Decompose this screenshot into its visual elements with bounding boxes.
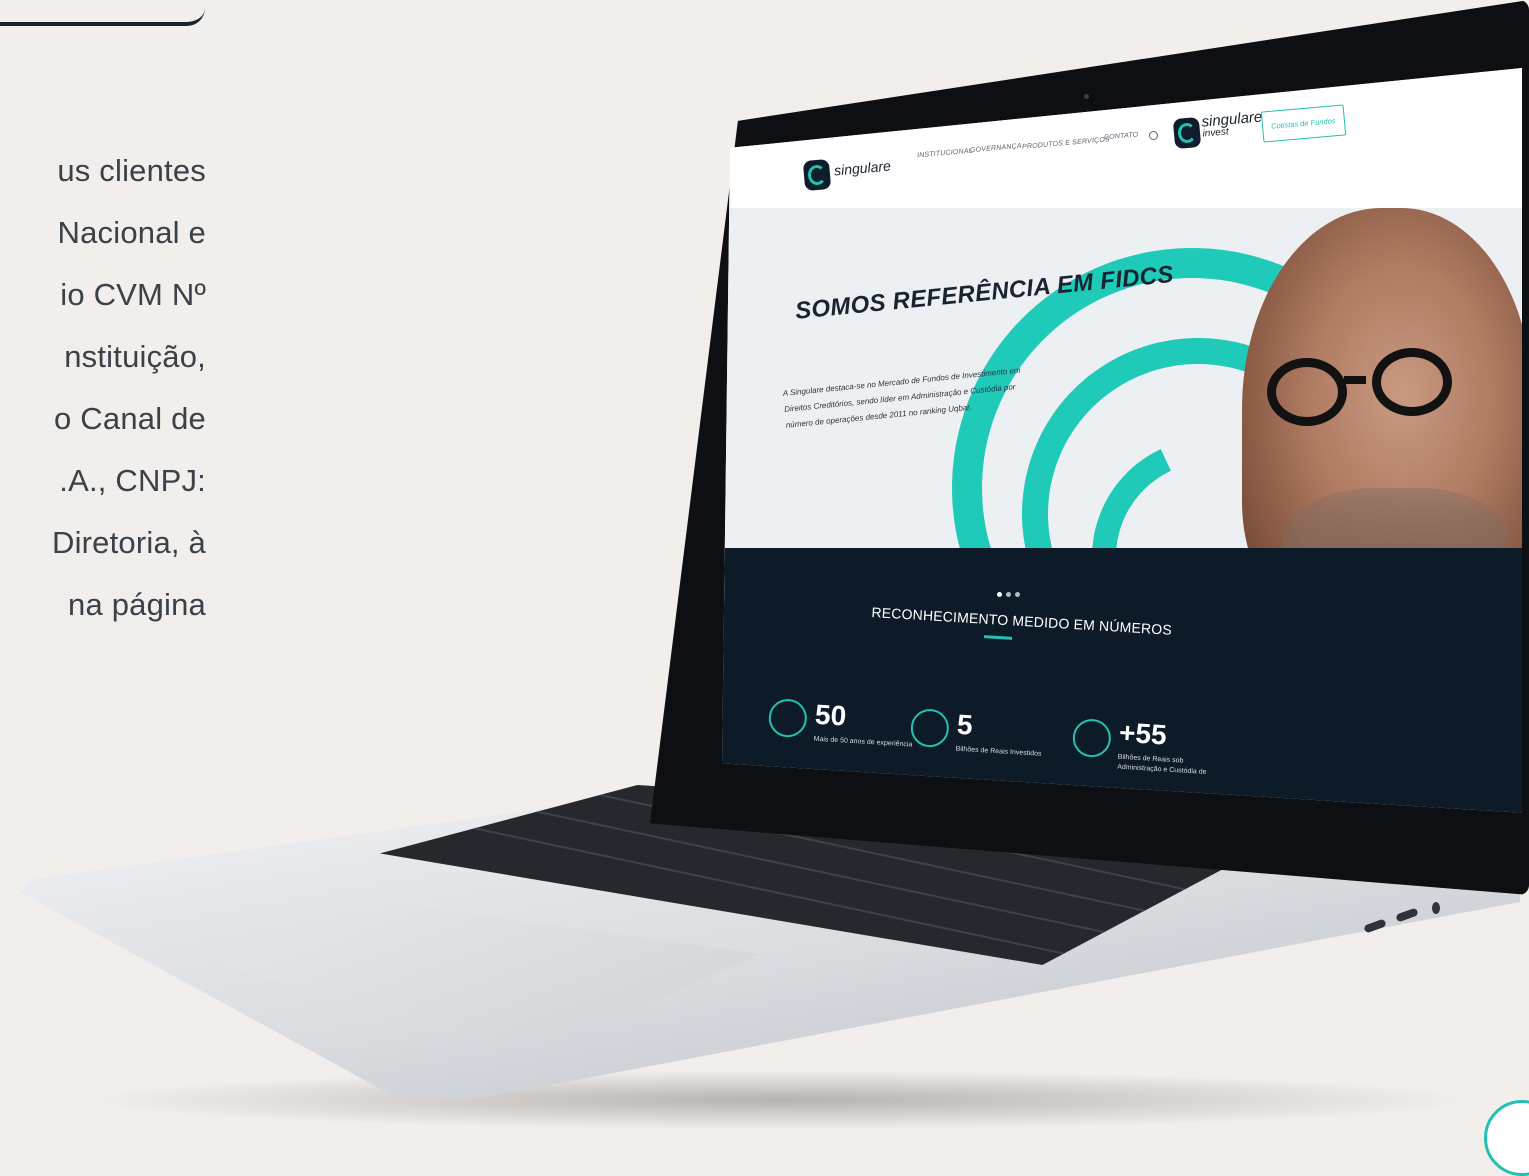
singulare-invest-logo[interactable]: singulare invest	[1201, 108, 1264, 140]
singulare-logo-icon[interactable]	[802, 158, 832, 192]
paragraph-line: io CVM Nº	[60, 277, 206, 312]
singulare-logo-text[interactable]: singulare	[833, 158, 891, 179]
paragraph-line: Nacional e	[57, 215, 206, 250]
paragraph-line: .A., CNPJ:	[59, 463, 206, 498]
top-divider	[0, 2, 205, 26]
numbers-title: RECONHECIMENTO MEDIDO EM NÚMEROS	[871, 604, 1173, 638]
stat-value: 50	[814, 698, 848, 732]
slider-dot[interactable]	[1006, 592, 1011, 597]
glasses-icon	[1267, 358, 1347, 426]
paragraph-line: Diretoria, à	[51, 525, 206, 560]
paragraph-line: na página	[68, 587, 206, 622]
title-underline	[983, 635, 1013, 640]
search-icon[interactable]	[1149, 131, 1158, 140]
coins-growth-icon	[909, 708, 950, 749]
stat-label: Bilhões de Reais Investidos	[955, 745, 1042, 758]
nav-governanca[interactable]: GOVERNANÇA	[970, 143, 1022, 154]
left-paragraph: us clientes Nacional e io CVM Nº nstitui…	[0, 140, 206, 636]
headphone-jack	[1432, 902, 1440, 914]
nav-produtos-servicos[interactable]: PRODUTOS E SERVIÇOS	[1022, 136, 1110, 151]
nav-institucional[interactable]: INSTITUCIONAL	[917, 148, 973, 160]
webcam	[1084, 94, 1089, 99]
nav-contato[interactable]: CONTATO	[1104, 132, 1139, 142]
stat-value: +55	[1118, 716, 1168, 751]
slider-pagination[interactable]	[997, 592, 1020, 597]
stat-value: 5	[956, 708, 974, 741]
people-stars-icon	[767, 698, 808, 739]
paragraph-line: us clientes	[57, 153, 206, 188]
hero-banner: SOMOS REFERÊNCIA EM FIDCS A Singulare de…	[722, 208, 1522, 603]
glasses-icon	[1372, 348, 1452, 416]
paragraph-line: nstituição,	[64, 339, 206, 374]
paragraph-line: o Canal de	[54, 401, 206, 436]
chat-bubble-button[interactable]	[1484, 1100, 1529, 1176]
singulare-invest-logo-icon[interactable]	[1172, 116, 1202, 150]
slider-dot[interactable]	[1015, 592, 1020, 597]
website: singulare INSTITUCIONAL GOVERNANÇA PRODU…	[722, 68, 1522, 813]
stat-label: Bilhões de Reais sob Administração e Cus…	[1116, 753, 1207, 776]
money-hand-icon	[1071, 718, 1112, 759]
glasses-bridge	[1344, 376, 1366, 384]
slider-dot[interactable]	[997, 592, 1002, 597]
laptop-screen: singulare INSTITUCIONAL GOVERNANÇA PRODU…	[722, 68, 1522, 813]
cotistas-de-fundos-button[interactable]: Cotistas de Fundos	[1260, 104, 1346, 143]
laptop-shadow	[80, 1070, 1480, 1130]
stat-label: Mais de 50 anos de experiência	[813, 735, 913, 749]
